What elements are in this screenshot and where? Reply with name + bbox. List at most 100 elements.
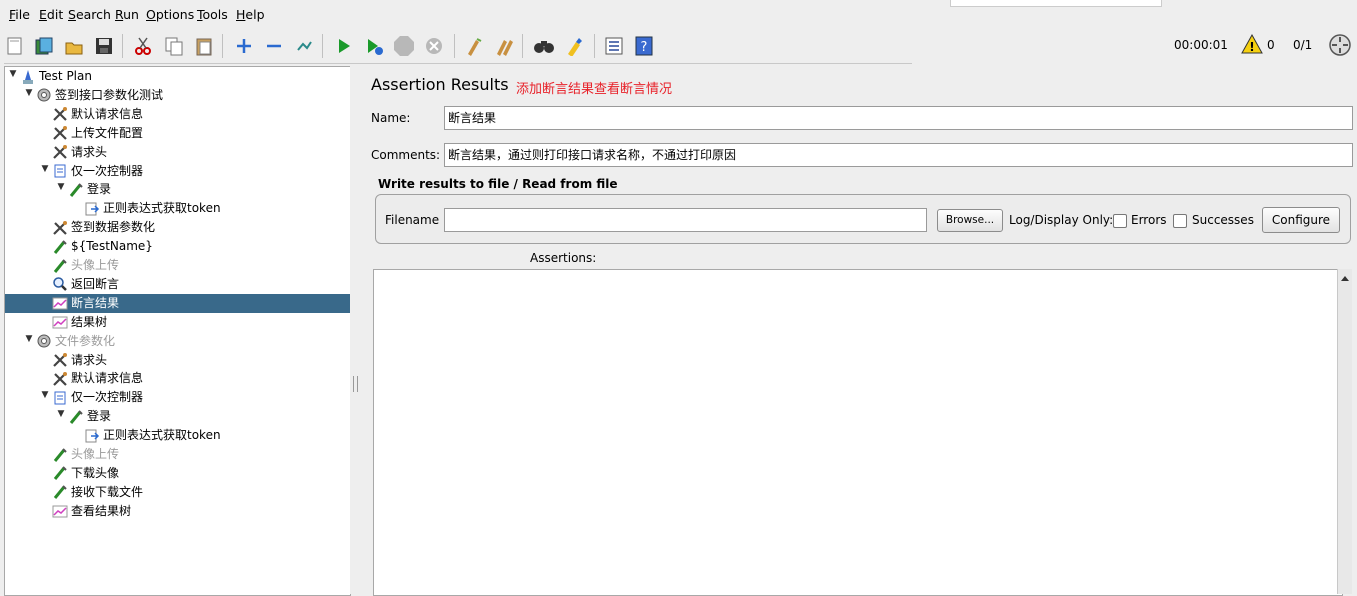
tree-node-label: 头像上传: [71, 447, 120, 461]
copy-icon[interactable]: [162, 34, 186, 58]
sampler-icon: [52, 465, 68, 481]
menu-edit[interactable]: Edit: [39, 7, 63, 22]
function-helper-icon[interactable]: [602, 34, 626, 58]
browse-button[interactable]: Browse...: [937, 209, 1003, 232]
open-icon[interactable]: [62, 34, 86, 58]
tree-expand-icon[interactable]: ▼: [8, 69, 18, 79]
tree-node[interactable]: 断言结果: [52, 294, 119, 313]
successes-label: Successes: [1192, 213, 1254, 227]
tree-node[interactable]: 文件参数化: [36, 332, 115, 351]
tree-node[interactable]: 默认请求信息: [52, 105, 143, 124]
stop-icon[interactable]: [392, 34, 416, 58]
scroll-up-arrow-icon[interactable]: [1338, 271, 1352, 285]
assertion-icon: [52, 276, 68, 292]
controller-icon: [52, 163, 68, 179]
tree-node[interactable]: ${TestName}: [52, 237, 153, 256]
tree-node[interactable]: 默认请求信息: [52, 369, 143, 388]
cut-icon[interactable]: [131, 34, 155, 58]
toggle-icon[interactable]: [292, 34, 316, 58]
tree-node-label: ${TestName}: [71, 239, 153, 254]
filename-input[interactable]: [444, 208, 927, 232]
tree-expand-icon[interactable]: ▼: [24, 88, 34, 98]
start-no-pause-icon[interactable]: [362, 34, 386, 58]
split-pane-divider[interactable]: [350, 66, 358, 594]
tree-node[interactable]: 请求头: [52, 143, 107, 162]
svg-text:!: !: [1249, 40, 1254, 54]
new-icon[interactable]: [3, 34, 27, 58]
tree-node[interactable]: 查看结果树: [52, 502, 131, 521]
expand-icon[interactable]: [232, 34, 256, 58]
menu-run[interactable]: Run: [115, 7, 139, 22]
tree-node[interactable]: 签到接口参数化测试: [36, 86, 163, 105]
menu-file[interactable]: File: [9, 7, 30, 22]
annotation-note: 添加断言结果查看断言情况: [516, 82, 673, 97]
tree-node-label: 查看结果树: [71, 503, 132, 518]
tree-node-label: 签到数据参数化: [71, 220, 156, 235]
shutdown-icon[interactable]: [422, 34, 446, 58]
templates-icon[interactable]: [32, 34, 56, 58]
active-threads: 0/1: [1293, 38, 1313, 52]
tree-node-label: 文件参数化: [55, 333, 116, 348]
tree-node[interactable]: 登录: [68, 407, 111, 426]
test-plan-icon: [20, 69, 36, 85]
tree-node[interactable]: 请求头: [52, 351, 107, 370]
tree-node[interactable]: 头像上传: [52, 445, 119, 464]
elapsed-timer: 00:00:01: [1174, 38, 1228, 52]
successes-checkbox[interactable]: [1173, 214, 1187, 228]
menu-options[interactable]: Options: [146, 7, 194, 22]
tree-node-label: 下载头像: [71, 465, 120, 480]
tree-expand-icon[interactable]: ▼: [40, 164, 50, 174]
help-icon[interactable]: ?: [632, 34, 656, 58]
name-field[interactable]: 断言结果: [444, 106, 1353, 130]
comments-label: Comments:: [371, 148, 441, 162]
configure-button[interactable]: Configure: [1262, 207, 1340, 233]
collapse-icon[interactable]: [262, 34, 286, 58]
listener-icon: [52, 503, 68, 519]
config-element-icon: [52, 371, 68, 387]
tree-node[interactable]: 正则表达式获取token: [84, 199, 221, 218]
comments-field[interactable]: 断言结果，通过则打印接口请求名称，不通过打印原因: [444, 143, 1353, 167]
tree-node[interactable]: 正则表达式获取token: [84, 426, 221, 445]
tree-node[interactable]: 返回断言: [52, 275, 119, 294]
tree-node[interactable]: 接收下载文件: [52, 483, 143, 502]
tree-node[interactable]: 头像上传: [52, 256, 119, 275]
config-element-icon: [52, 125, 68, 141]
remote-status-icon[interactable]: [1328, 33, 1352, 60]
tree-expand-icon[interactable]: ▼: [56, 409, 66, 419]
tree-node-label: 登录: [87, 182, 112, 197]
thread-group-icon: [36, 87, 52, 103]
tree-node-label: 头像上传: [71, 258, 120, 272]
assertions-scrollbar[interactable]: [1337, 269, 1352, 594]
assertions-text-area[interactable]: [373, 269, 1343, 596]
tree-expand-icon[interactable]: ▼: [56, 182, 66, 192]
start-icon[interactable]: [332, 34, 356, 58]
sampler-icon: [68, 409, 84, 425]
tree-node[interactable]: 结果树: [52, 313, 107, 332]
tree-node[interactable]: 签到数据参数化: [52, 218, 155, 237]
tree-expand-icon[interactable]: ▼: [24, 334, 34, 344]
post-processor-icon: [84, 201, 100, 217]
tree-node[interactable]: 仅一次控制器: [52, 388, 143, 407]
clear-all-icon[interactable]: [492, 34, 516, 58]
tree-node-label: 接收下载文件: [71, 484, 144, 499]
tree-node[interactable]: 上传文件配置: [52, 124, 143, 143]
tree-node[interactable]: 登录: [68, 180, 111, 199]
test-plan-tree: ▼ Test Plan ▼ 签到接口参数化测试 默认请求信息 上传文件配置 请求头 ▼ 仅一次控…: [4, 66, 351, 596]
paste-icon[interactable]: [192, 34, 216, 58]
save-icon[interactable]: [92, 34, 116, 58]
tree-node[interactable]: 下载头像: [52, 464, 119, 483]
thread-group-icon: [36, 333, 52, 349]
errors-checkbox[interactable]: [1113, 214, 1127, 228]
tree-node[interactable]: 仅一次控制器: [52, 162, 143, 181]
reset-search-icon[interactable]: [562, 34, 586, 58]
menu-tools[interactable]: Tools: [197, 7, 228, 22]
tree-node[interactable]: Test Plan: [20, 67, 92, 86]
menu-help[interactable]: Help: [236, 7, 265, 22]
tree-node-label: 仅一次控制器: [71, 390, 144, 405]
config-element-icon: [52, 144, 68, 160]
menu-search[interactable]: Search: [68, 7, 111, 22]
tree-expand-icon[interactable]: ▼: [40, 390, 50, 400]
sampler-icon: [68, 182, 84, 198]
clear-icon[interactable]: [462, 34, 486, 58]
search-icon[interactable]: [532, 34, 556, 58]
